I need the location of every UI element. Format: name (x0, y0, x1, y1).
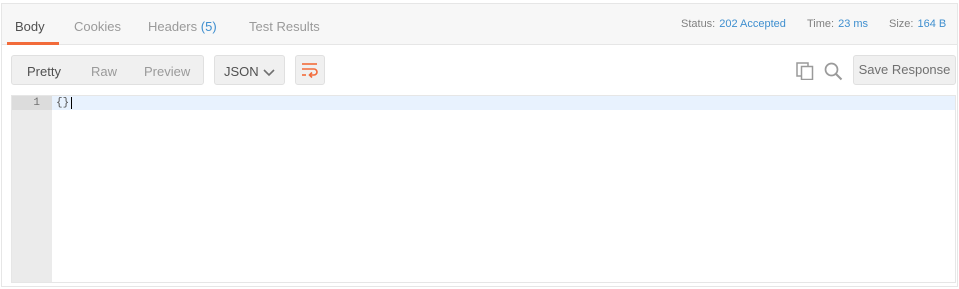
wrap-lines-button[interactable] (295, 55, 325, 85)
headers-count-badge: (5) (200, 19, 217, 34)
size-value: 164 B (917, 18, 947, 30)
size-label: Size: (889, 18, 914, 30)
text-cursor (71, 97, 72, 109)
active-tab-indicator (7, 42, 59, 45)
line-number: 1 (33, 97, 40, 109)
line-number-gutter: 1 (12, 96, 52, 282)
search-icon[interactable] (824, 62, 843, 84)
response-tab-bar: Body Cookies Headers (5) Test Results St… (2, 4, 957, 45)
chevron-down-icon (263, 66, 275, 80)
view-raw-button[interactable]: Raw (91, 64, 117, 79)
format-select[interactable]: JSON (214, 55, 285, 85)
status-readout: Status: 202 Accepted (681, 18, 786, 30)
tab-headers-label: Headers (148, 19, 198, 34)
size-readout: Size: 164 B (889, 18, 946, 30)
tab-body[interactable]: Body (15, 19, 45, 34)
copy-icon[interactable] (796, 62, 814, 83)
code-line: {} (56, 97, 70, 109)
view-mode-toggle: Pretty Raw Preview (11, 55, 204, 85)
response-body-editor[interactable]: 1 {} (11, 95, 956, 283)
status-label: Status: (681, 18, 716, 30)
format-select-value: JSON (224, 64, 259, 79)
time-label: Time: (807, 18, 835, 30)
response-panel: Body Cookies Headers (5) Test Results St… (1, 3, 958, 287)
time-value: 23 ms (838, 18, 869, 30)
tab-test-results[interactable]: Test Results (249, 19, 320, 34)
tab-headers[interactable]: Headers (5) (148, 19, 217, 34)
tab-cookies[interactable]: Cookies (74, 19, 121, 34)
status-value: 202 Accepted (719, 18, 786, 30)
view-pretty-button[interactable]: Pretty (27, 64, 61, 79)
view-preview-button[interactable]: Preview (144, 64, 190, 79)
active-line-highlight (52, 96, 955, 110)
time-readout: Time: 23 ms (807, 18, 868, 30)
active-line-gutter (12, 96, 52, 110)
save-response-button[interactable]: Save Response (853, 55, 956, 85)
